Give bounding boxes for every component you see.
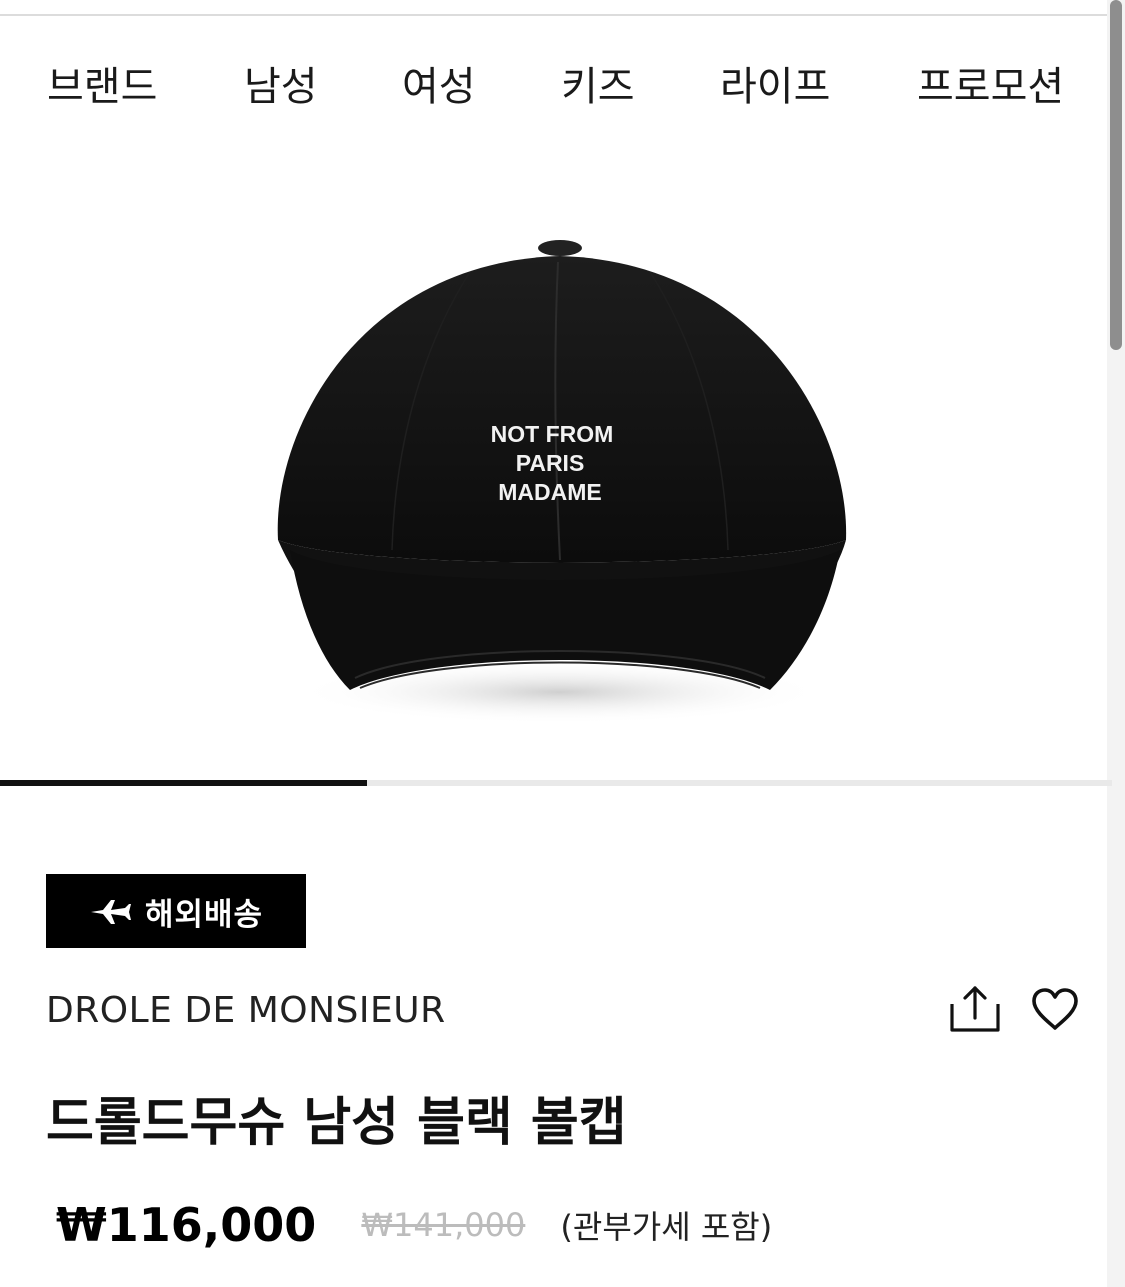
price-row: ₩116,000 ₩141,000 (관부가세 포함) <box>56 1198 772 1262</box>
category-nav: 브랜드 남성 여성 키즈 라이프 프로모션 <box>0 55 1112 125</box>
cap-print-line-3: MADAME <box>498 479 602 505</box>
price-note: (관부가세 포함) <box>560 1208 773 1246</box>
brand-name[interactable]: DROLE DE MONSIEUR <box>46 990 446 1031</box>
cap-print-line-1: NOT FROM <box>491 421 614 447</box>
nav-item-kids[interactable]: 키즈 <box>561 55 635 119</box>
price-current: ₩116,000 <box>56 1198 317 1252</box>
nav-item-life[interactable]: 라이프 <box>720 55 830 119</box>
heart-icon <box>1032 988 1078 1030</box>
product-title: 드롤드무슈 남성 블랙 볼캡 <box>46 1093 627 1153</box>
share-button[interactable] <box>946 984 1004 1038</box>
carousel-progress-track <box>0 780 1112 786</box>
wishlist-button[interactable] <box>1030 986 1080 1032</box>
share-icon <box>950 986 1000 1032</box>
price-original: ₩141,000 <box>361 1206 526 1244</box>
product-image[interactable]: NOT FROM PARIS MADAME <box>0 150 1112 770</box>
nav-item-promotion[interactable]: 프로모션 <box>917 55 1064 119</box>
overseas-shipping-badge: 해외배송 <box>46 874 306 948</box>
cap-print-line-2: PARIS <box>516 450 585 476</box>
nav-item-men[interactable]: 남성 <box>244 55 318 119</box>
top-divider <box>0 14 1112 16</box>
carousel-progress-bar <box>0 780 367 786</box>
cap-image: NOT FROM PARIS MADAME <box>277 240 847 724</box>
nav-item-brand[interactable]: 브랜드 <box>47 55 157 119</box>
product-page: 브랜드 남성 여성 키즈 라이프 프로모션 NOT FROM PARIS MAD… <box>0 0 1125 1287</box>
airplane-icon <box>90 900 131 924</box>
nav-item-women[interactable]: 여성 <box>402 55 476 119</box>
badge-label: 해외배송 <box>144 896 264 933</box>
